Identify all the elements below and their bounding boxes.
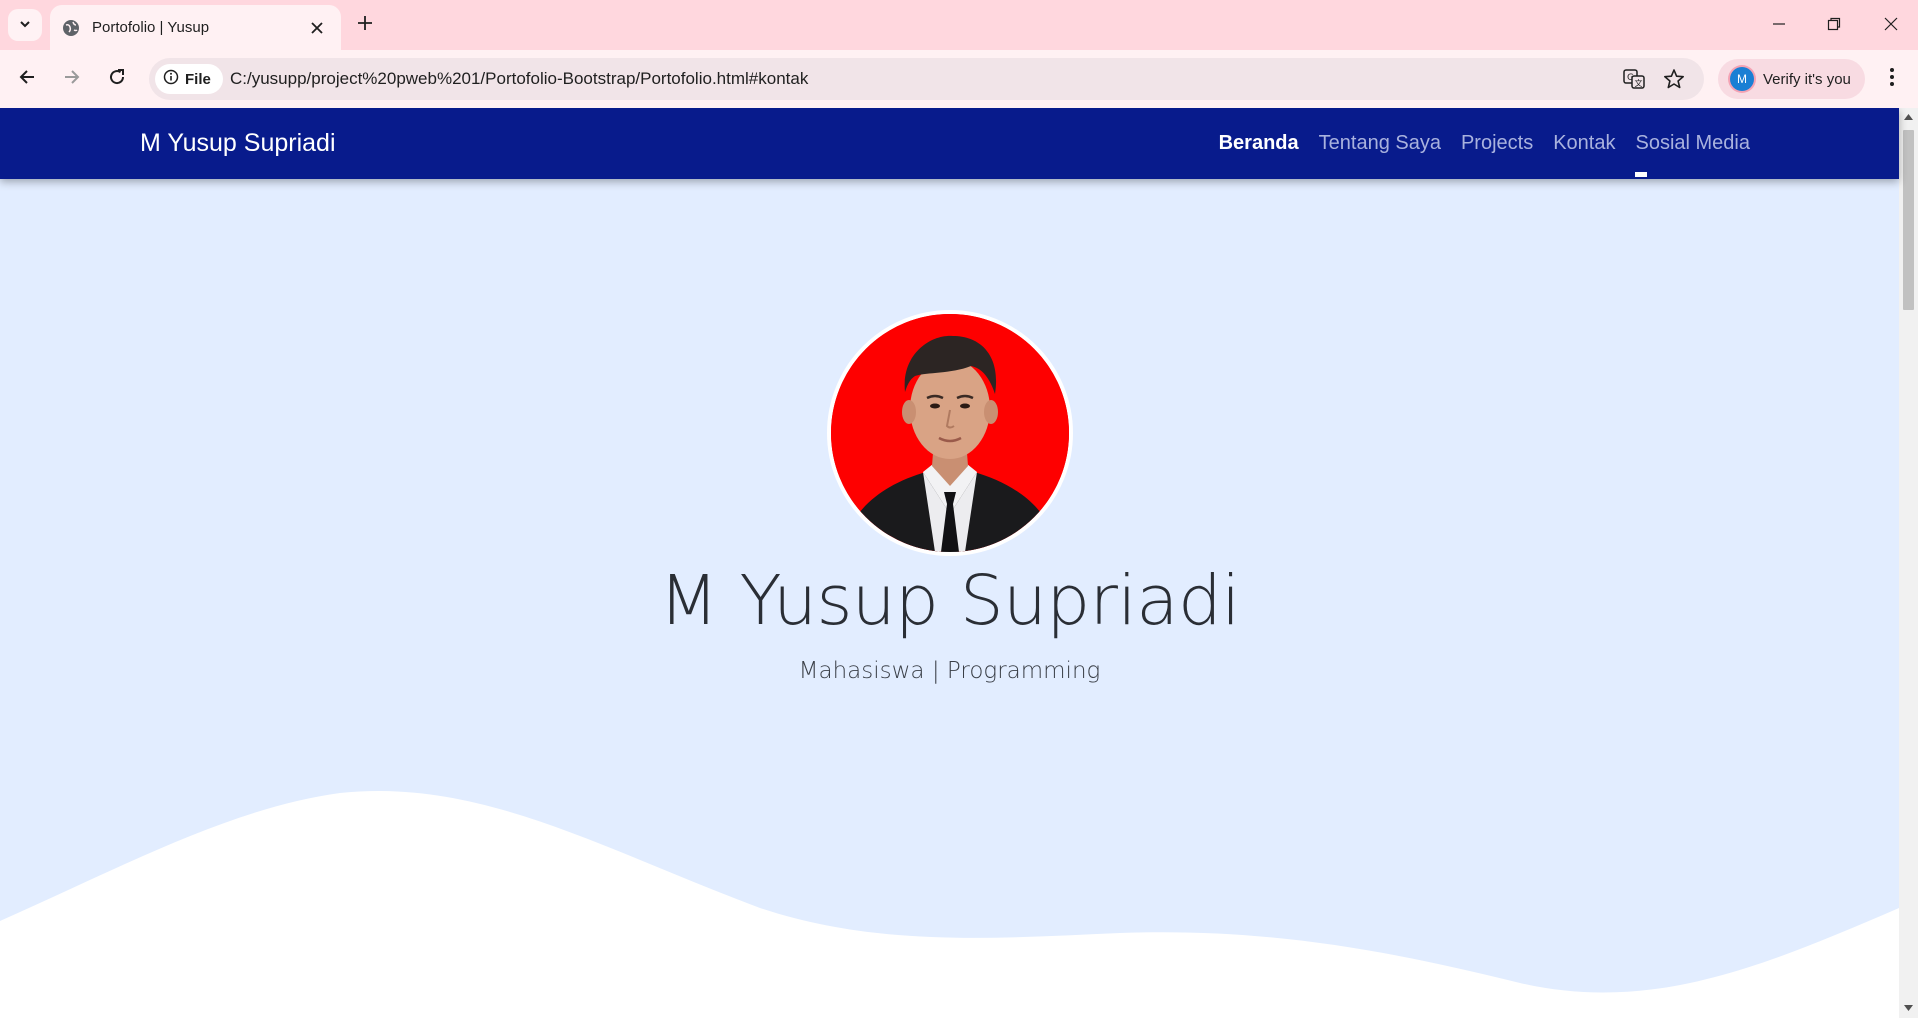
nav-link-beranda[interactable]: Beranda	[1219, 132, 1299, 155]
new-tab-button[interactable]	[350, 10, 380, 40]
more-vertical-icon	[1889, 67, 1895, 91]
profile-label: Verify it's you	[1763, 70, 1851, 88]
scroll-up-icon[interactable]	[1903, 111, 1914, 123]
close-window-button[interactable]	[1863, 0, 1918, 50]
browser-tab[interactable]: Portofolio | Yusup	[50, 5, 341, 50]
site-info-label: File	[185, 70, 211, 88]
browser-menu-button[interactable]	[1878, 62, 1906, 96]
site-navbar: M Yusup Supriadi Beranda Tentang Saya Pr…	[0, 108, 1899, 179]
page-viewport: M Yusup Supriadi Beranda Tentang Saya Pr…	[0, 108, 1918, 1018]
site-brand[interactable]: M Yusup Supriadi	[140, 108, 336, 179]
nav-link-sosial-media[interactable]: Sosial Media	[1635, 132, 1750, 154]
translate-icon[interactable]: G文	[1622, 67, 1646, 91]
nav-link-projects[interactable]: Projects	[1461, 132, 1533, 155]
profile-photo	[827, 310, 1073, 556]
tab-title: Portofolio | Yusup	[92, 19, 210, 36]
plus-icon	[357, 15, 373, 35]
hero-subtitle: Mahasiswa | Programming	[798, 658, 1101, 684]
hero-section: M Yusup Supriadi Mahasiswa | Programming	[0, 179, 1899, 1018]
reload-button[interactable]	[98, 60, 136, 98]
nav-links: Beranda Tentang Saya Projects Kontak Sos…	[1219, 108, 1750, 179]
minimize-button[interactable]	[1751, 0, 1806, 50]
scroll-down-icon[interactable]	[1903, 1002, 1914, 1014]
close-icon[interactable]	[307, 18, 327, 38]
restore-button[interactable]	[1806, 0, 1861, 50]
tab-search-button[interactable]	[8, 9, 42, 41]
url-text[interactable]: C:/yusupp/project%20pweb%201/Portofolio-…	[230, 58, 808, 100]
browser-tab-strip: Portofolio | Yusup	[0, 0, 1918, 50]
avatar: M	[1730, 67, 1754, 91]
close-icon	[1884, 16, 1898, 35]
svg-text:文: 文	[1635, 78, 1643, 88]
arrow-left-icon	[18, 68, 36, 90]
back-button[interactable]	[8, 60, 46, 98]
globe-icon	[62, 19, 80, 37]
forward-button[interactable]	[53, 60, 91, 98]
profile-button[interactable]: M Verify it's you	[1718, 59, 1865, 99]
info-icon	[163, 69, 179, 89]
nav-link-sosial-media-wrap: Sosial Media	[1635, 132, 1750, 177]
arrow-right-icon	[63, 68, 81, 90]
site-info-chip[interactable]: File	[155, 64, 223, 94]
address-bar[interactable]: File C:/yusupp/project%20pweb%201/Portof…	[149, 58, 1704, 100]
minimize-icon	[1772, 16, 1786, 35]
restore-icon	[1827, 16, 1841, 35]
nav-link-tentang-saya[interactable]: Tentang Saya	[1319, 132, 1441, 155]
hero-name: M Yusup Supriadi	[659, 561, 1240, 641]
browser-toolbar: File C:/yusupp/project%20pweb%201/Portof…	[0, 50, 1918, 108]
scrollbar-thumb[interactable]	[1903, 130, 1914, 310]
page-scrollbar[interactable]	[1899, 108, 1918, 1018]
nav-link-kontak[interactable]: Kontak	[1553, 132, 1615, 155]
nav-indicator	[1635, 172, 1648, 177]
chevron-down-icon	[18, 16, 32, 35]
reload-icon	[108, 68, 126, 90]
bookmark-star-icon[interactable]	[1662, 67, 1686, 91]
